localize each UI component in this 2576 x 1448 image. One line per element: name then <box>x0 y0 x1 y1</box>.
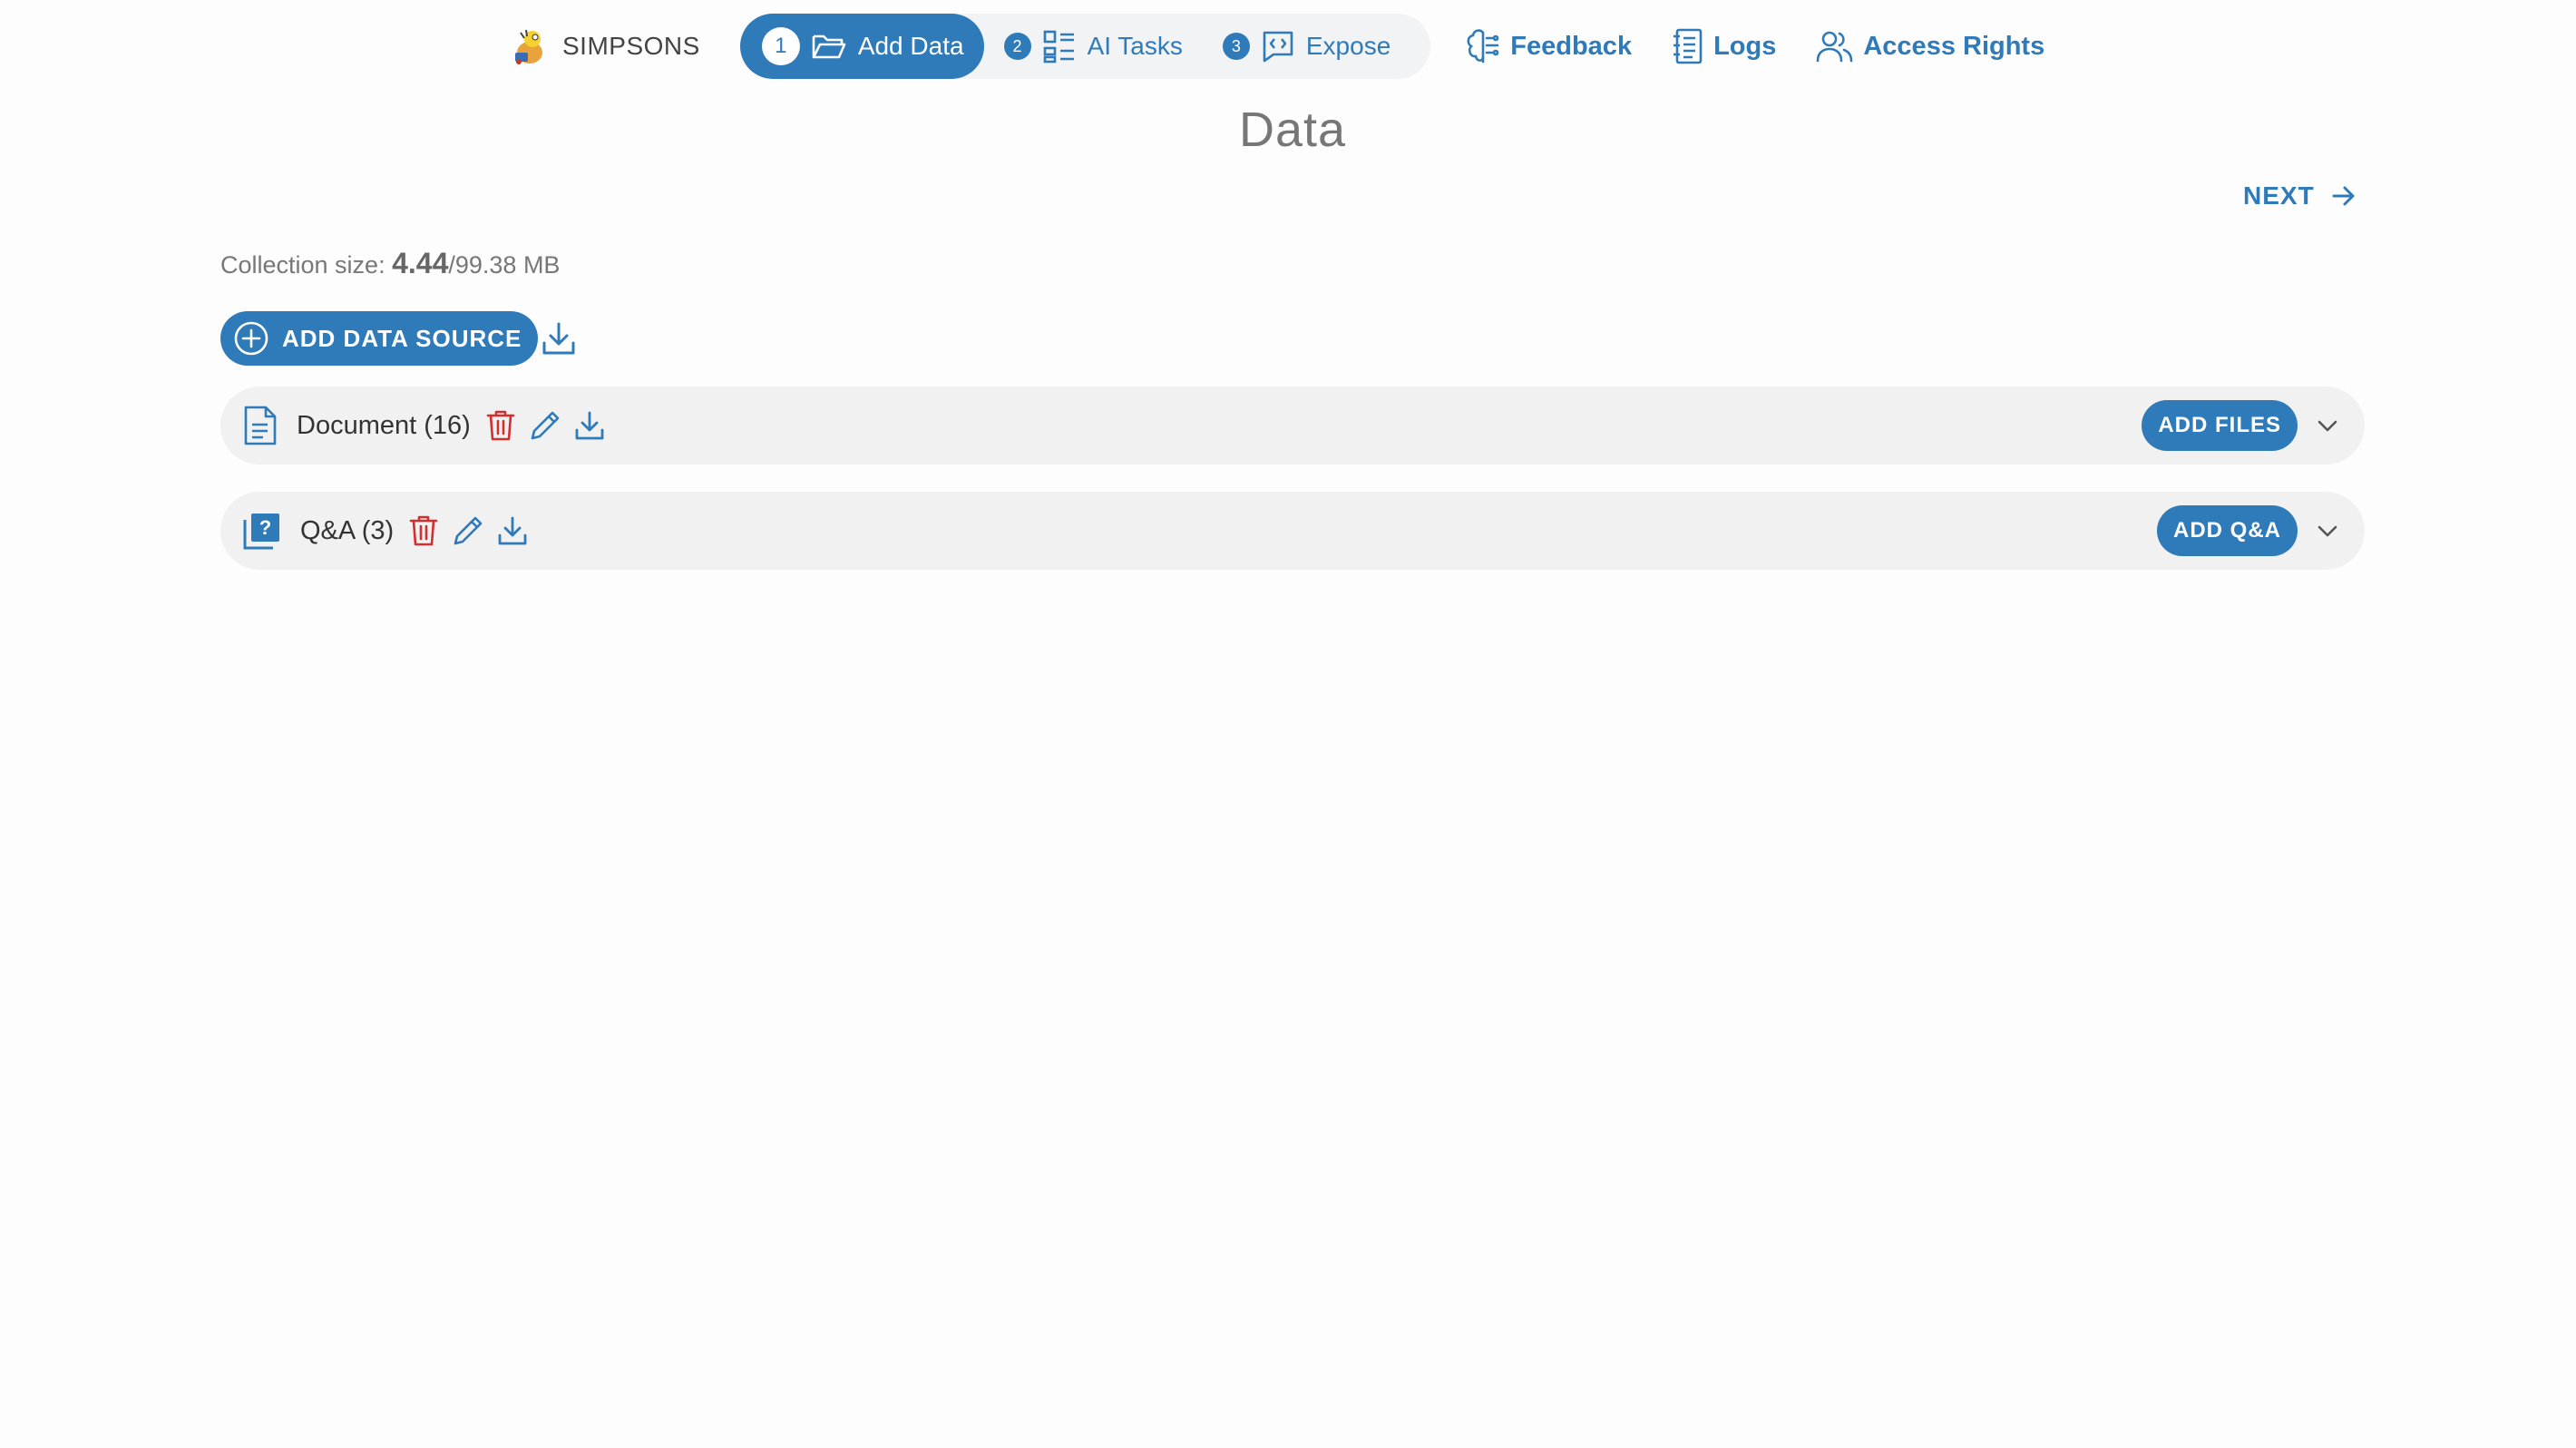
step-label: AI Tasks <box>1087 32 1183 60</box>
nav-feedback[interactable]: Feedback <box>1465 27 1632 65</box>
collection-size-used: 4.44 <box>392 247 449 279</box>
trash-icon[interactable] <box>408 514 439 547</box>
brain-icon <box>1467 29 1499 64</box>
logs-label: Logs <box>1713 31 1777 61</box>
data-source-row-qa: ? Q&A (3) ADD Q&A <box>220 492 2365 570</box>
folder-icon <box>812 34 846 59</box>
row-right: ADD Q&A <box>2157 505 2339 556</box>
users-icon <box>1817 31 1853 63</box>
download-all-button[interactable] <box>542 321 576 356</box>
feedback-label: Feedback <box>1510 31 1633 61</box>
download-icon[interactable] <box>497 515 528 546</box>
add-data-source-button[interactable]: ADD DATA SOURCE <box>220 311 539 366</box>
step-label: Add Data <box>857 32 964 60</box>
chevron-down-icon[interactable] <box>2316 519 2339 543</box>
collection-size-total: /99.38 MB <box>448 251 561 279</box>
step-number: 3 <box>1222 33 1250 60</box>
step-label: Expose <box>1305 32 1391 60</box>
nav-logs[interactable]: Logs <box>1672 27 1776 65</box>
document-icon <box>244 406 277 445</box>
row-right: ADD FILES <box>2142 400 2339 451</box>
next-label: NEXT <box>2243 181 2315 210</box>
step-number: 1 <box>761 27 800 65</box>
trash-icon[interactable] <box>485 409 516 442</box>
collection-size-label: Collection size: <box>220 251 393 279</box>
plus-circle-icon <box>234 321 268 356</box>
step-number: 2 <box>1003 33 1031 60</box>
access-rights-label: Access Rights <box>1863 31 2045 61</box>
notebook-icon <box>1673 28 1703 64</box>
nav-access-rights[interactable]: Access Rights <box>1816 29 2044 64</box>
chevron-down-icon[interactable] <box>2316 414 2339 437</box>
top-bar: SIMPSONS 1 Add Data 2 AI Tasks 3 Expose … <box>508 13 2044 80</box>
data-source-title: Document (16) <box>297 410 471 440</box>
app-name: SIMPSONS <box>562 32 700 60</box>
step-add-data[interactable]: 1 Add Data <box>739 14 984 79</box>
data-source-title: Q&A (3) <box>300 515 395 545</box>
download-icon <box>542 322 575 355</box>
code-chat-icon <box>1263 31 1293 63</box>
step-expose[interactable]: 3 Expose <box>1203 14 1410 79</box>
svg-text:?: ? <box>259 516 271 539</box>
row-left: ? Q&A (3) <box>242 511 541 551</box>
page-title: Data <box>1238 103 1347 157</box>
arrow-right-icon <box>2332 186 2355 206</box>
stepper: 1 Add Data 2 AI Tasks 3 Expose <box>739 14 1431 79</box>
brand[interactable]: SIMPSONS <box>508 25 700 67</box>
add-files-button[interactable]: ADD FILES <box>2142 400 2298 451</box>
row-left: Document (16) <box>242 405 618 446</box>
app-logo-icon <box>515 29 542 64</box>
qa-icon: ? <box>243 514 279 550</box>
pencil-icon[interactable] <box>452 514 484 547</box>
next-button[interactable]: NEXT <box>2243 181 2356 210</box>
collection-size: Collection size: 4.44/99.38 MB <box>220 247 560 280</box>
add-qa-button[interactable]: ADD Q&A <box>2157 505 2298 556</box>
data-source-row-document: Document (16) ADD FILES <box>220 386 2365 465</box>
step-ai-tasks[interactable]: 2 AI Tasks <box>984 14 1203 79</box>
add-data-source-label: ADD DATA SOURCE <box>282 324 522 352</box>
top-nav: Feedback Logs Access Rights <box>1465 27 2044 65</box>
download-icon[interactable] <box>574 410 605 441</box>
pencil-icon[interactable] <box>529 409 561 442</box>
tasks-icon <box>1043 30 1074 64</box>
